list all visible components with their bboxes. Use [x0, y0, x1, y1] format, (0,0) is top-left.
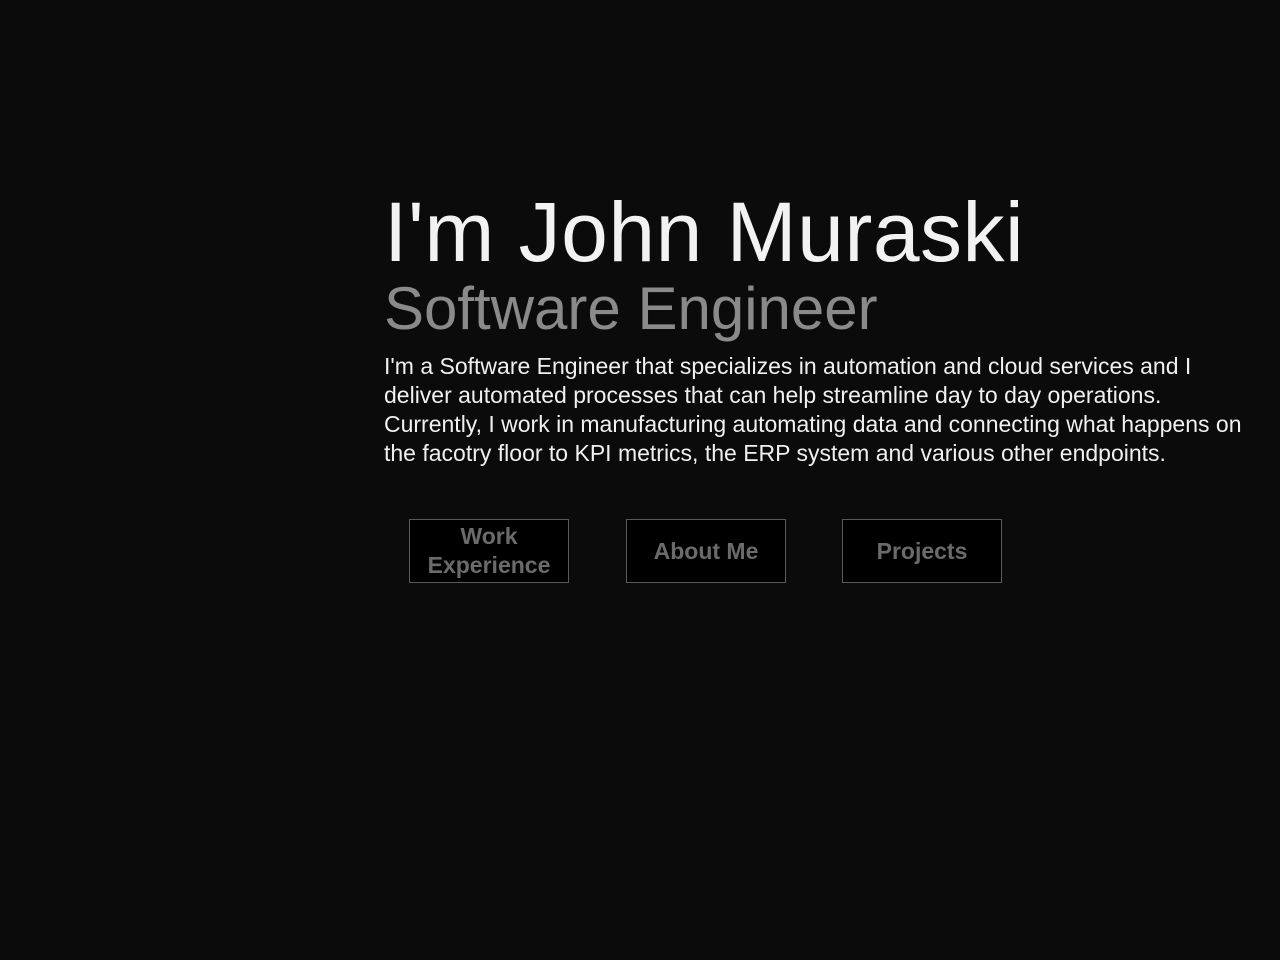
hero-name: I'm John Muraski	[384, 185, 1025, 279]
projects-button-label: Projects	[876, 537, 968, 564]
work-experience-button-label: Work Experience	[427, 523, 551, 578]
about-me-button[interactable]: About Me	[626, 519, 786, 583]
hero-section: I'm John Muraski Software Engineer I'm a…	[384, 184, 1264, 468]
projects-button[interactable]: Projects	[842, 519, 1002, 583]
hero-bio: I'm a Software Engineer that specializes…	[384, 353, 1242, 466]
work-experience-button[interactable]: Work Experience	[409, 519, 569, 583]
hero-role: Software Engineer	[384, 275, 878, 342]
about-me-button-label: About Me	[653, 537, 759, 564]
